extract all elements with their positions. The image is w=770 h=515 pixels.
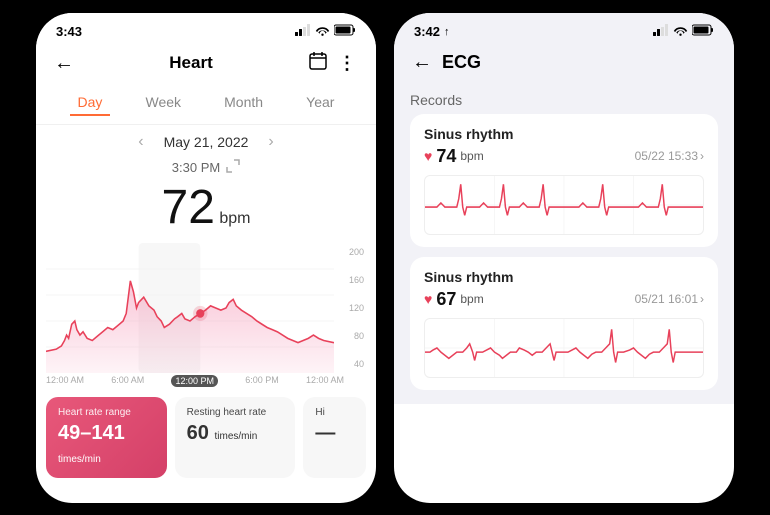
back-button[interactable]: ← [54, 52, 74, 75]
left-phone-screen: 3:43 ← Heart [36, 13, 376, 503]
heart-range-label: Heart rate range [58, 407, 155, 418]
tab-bar: Day Week Month Year [36, 82, 376, 125]
left-status-bar: 3:43 [36, 13, 376, 45]
chevron-right-icon-2: › [700, 292, 704, 306]
left-nav-left: ← [54, 52, 74, 75]
ecg-record-2-meta: ♥ 67 bpm 05/21 16:01 › [424, 289, 704, 310]
page-title: Heart [169, 53, 212, 73]
x-label-12pm: 12:00 PM [171, 375, 218, 387]
ecg-timestamp-2: 05/21 16:01 › [635, 292, 704, 306]
location-icon: ↑ [444, 26, 450, 38]
current-date: May 21, 2022 [164, 134, 249, 150]
expand-icon[interactable] [226, 159, 240, 176]
prev-date-button[interactable]: ‹ [138, 133, 143, 151]
right-nav-bar: ← ECG [394, 45, 734, 84]
ecg-record-1-rhythm: Sinus rhythm [424, 126, 704, 142]
next-date-button[interactable]: › [268, 133, 273, 151]
right-status-bar: 3:42 ↑ [394, 13, 734, 45]
heart-rate-display: 72 bpm [36, 176, 376, 243]
chart-svg [46, 243, 334, 373]
ecg-bpm-value-2: 67 [436, 289, 456, 310]
heart-rate-chart: 200 160 120 80 40 [46, 243, 366, 373]
ecg-bpm-unit-1: bpm [460, 149, 483, 163]
ecg-bpm-unit-2: bpm [460, 292, 483, 306]
x-label-0: 12:00 AM [46, 375, 84, 387]
heart-rate-unit: bpm [219, 210, 250, 227]
right-wifi-icon [673, 23, 688, 41]
date-navigation: ‹ May 21, 2022 › [36, 125, 376, 159]
more-icon[interactable]: ⋮ [338, 53, 358, 74]
signal-icon [295, 24, 311, 39]
tab-year[interactable]: Year [298, 90, 342, 116]
ecg-record-1-bpm: ♥ 74 bpm [424, 146, 484, 167]
left-nav-right: ⋮ [308, 51, 358, 76]
wifi-icon [315, 23, 330, 41]
records-section: Records Sinus rhythm ♥ 74 bpm 05/22 15:3… [394, 84, 734, 404]
heart-rate-number: 72 [162, 181, 215, 234]
tab-day[interactable]: Day [70, 90, 111, 116]
y-label-160: 160 [334, 275, 366, 285]
tab-month[interactable]: Month [216, 90, 271, 116]
hi-card: Hi — [303, 397, 366, 478]
right-status-time: 3:42 [414, 24, 440, 39]
tab-week[interactable]: Week [138, 90, 190, 116]
right-back-button[interactable]: ← [412, 51, 432, 74]
x-label-6pm: 6:00 PM [245, 375, 279, 387]
right-battery-icon [692, 23, 714, 41]
resting-hr-label: Resting heart rate [187, 407, 284, 418]
ecg-record-1[interactable]: Sinus rhythm ♥ 74 bpm 05/22 15:33 › [410, 114, 718, 247]
y-label-120: 120 [334, 303, 366, 313]
x-label-12am: 12:00 AM [306, 375, 344, 387]
x-axis: 12:00 AM 6:00 AM 12:00 PM 6:00 PM 12:00 … [36, 373, 344, 387]
stats-bar: Heart rate range 49–141 times/min Restin… [36, 387, 376, 482]
chevron-right-icon-1: › [700, 149, 704, 163]
heart-range-value: 49–141 times/min [58, 422, 155, 468]
right-page-title: ECG [442, 52, 481, 73]
ecg-chart-1 [424, 175, 704, 235]
right-signal-icon [653, 23, 669, 41]
right-status-icons [653, 23, 714, 41]
heart-time-row: 3:30 PM [36, 159, 376, 176]
x-label-6am: 6:00 AM [111, 375, 144, 387]
ecg-record-2[interactable]: Sinus rhythm ♥ 67 bpm 05/21 16:01 › [410, 257, 718, 390]
ecg-record-2-bpm: ♥ 67 bpm [424, 289, 484, 310]
y-label-40: 40 [334, 359, 366, 369]
ecg-record-2-rhythm: Sinus rhythm [424, 269, 704, 285]
records-label: Records [410, 92, 718, 108]
heart-icon-2: ♥ [424, 291, 432, 307]
left-status-time: 3:43 [56, 24, 82, 39]
ecg-record-1-meta: ♥ 74 bpm 05/22 15:33 › [424, 146, 704, 167]
hi-value: — [315, 422, 354, 445]
left-nav-bar: ← Heart ⋮ [36, 45, 376, 82]
heart-range-card: Heart rate range 49–141 times/min [46, 397, 167, 478]
y-axis: 200 160 120 80 40 [334, 243, 366, 373]
heart-icon-1: ♥ [424, 148, 432, 164]
calendar-icon[interactable] [308, 51, 328, 76]
resting-hr-value: 60 times/min [187, 422, 284, 445]
ecg-bpm-value-1: 74 [436, 146, 456, 167]
hi-label: Hi [315, 407, 354, 418]
reading-time: 3:30 PM [172, 160, 220, 175]
resting-hr-card: Resting heart rate 60 times/min [175, 397, 296, 478]
left-status-icons [295, 23, 356, 41]
battery-icon [334, 23, 356, 41]
ecg-chart-2 [424, 318, 704, 378]
ecg-timestamp-1: 05/22 15:33 › [635, 149, 704, 163]
y-label-200: 200 [334, 247, 366, 257]
y-label-80: 80 [334, 331, 366, 341]
right-phone-screen: 3:42 ↑ ← ECG Records [394, 13, 734, 503]
